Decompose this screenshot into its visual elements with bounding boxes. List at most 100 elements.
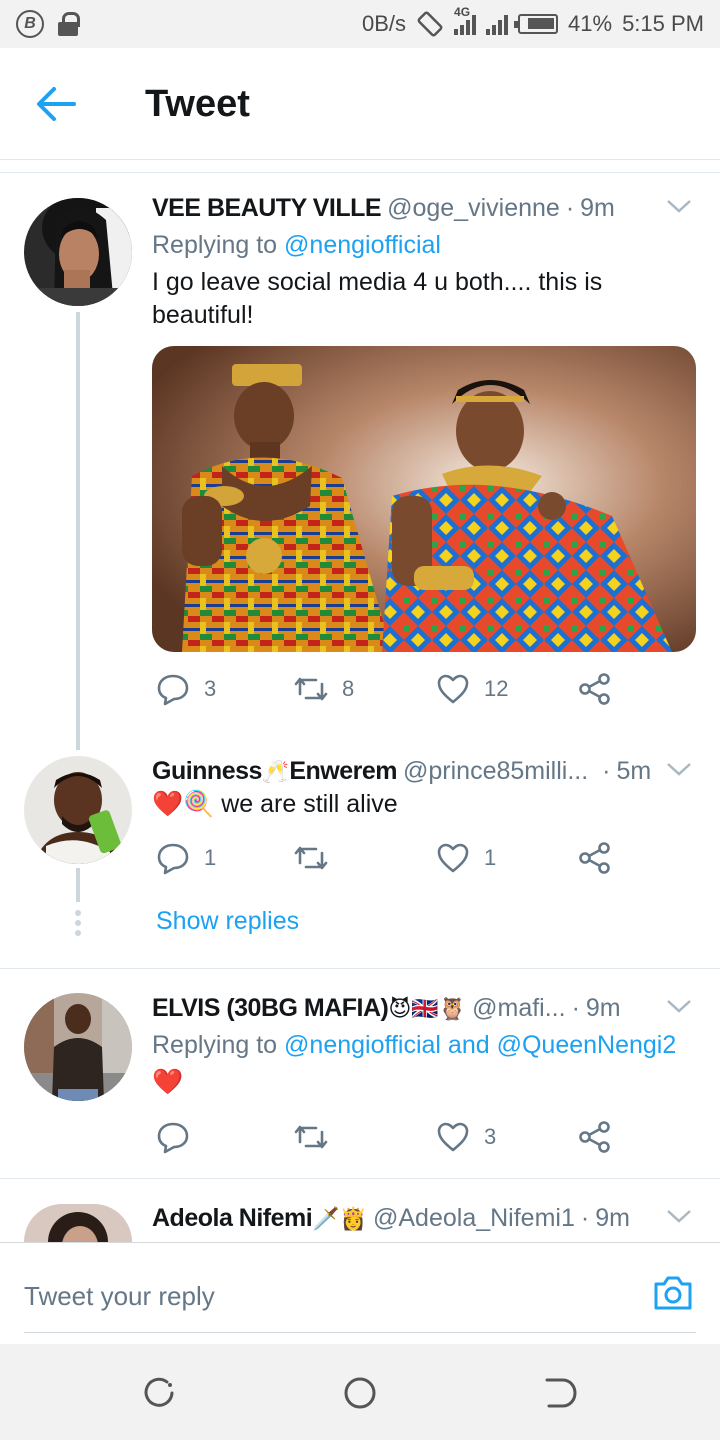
heart-icon	[437, 674, 469, 704]
chevron-down-icon[interactable]	[666, 761, 692, 777]
tweet-actions: 3 8 12	[152, 672, 622, 712]
tweet-image[interactable]	[152, 346, 696, 652]
tweet-time: 9m	[595, 1204, 630, 1232]
retweet-icon	[294, 1125, 328, 1149]
mention-link[interactable]: @nengiofficial and @QueenNengi2	[284, 1031, 676, 1059]
share-button[interactable]	[578, 1120, 612, 1154]
reply-count: 1	[204, 845, 217, 870]
status-bar: B 0B/s 4G 41% 5:15 PM	[0, 0, 720, 48]
system-nav-bar	[0, 1344, 720, 1440]
separator-dot: ·	[565, 194, 575, 222]
avatar[interactable]	[24, 1204, 132, 1242]
battery-percent: 41%	[568, 11, 613, 36]
reply-icon	[157, 674, 189, 706]
like-count: 12	[484, 676, 509, 701]
avatar[interactable]	[24, 993, 132, 1101]
like-button[interactable]: 12	[436, 672, 508, 706]
reply-composer: Tweet your reply	[0, 1242, 720, 1344]
retweet-icon	[294, 677, 328, 701]
avatar[interactable]	[24, 198, 132, 306]
like-count: 1	[484, 845, 497, 870]
tweet-divider	[0, 1178, 720, 1179]
camera-icon[interactable]	[652, 1274, 694, 1312]
author-handle[interactable]: @prince85milli...	[403, 757, 588, 786]
share-icon	[579, 1121, 610, 1153]
chevron-down-icon[interactable]	[666, 198, 692, 214]
heart-icon	[437, 843, 469, 873]
like-button[interactable]: 1	[436, 841, 496, 875]
tweet-time: 9m	[585, 994, 621, 1022]
home-icon[interactable]	[343, 1376, 377, 1410]
reply-button[interactable]	[156, 1120, 204, 1154]
reply-icon	[157, 1122, 189, 1154]
back-arrow-icon[interactable]	[36, 86, 76, 122]
retweet-icon	[294, 846, 328, 870]
author-name[interactable]: ELVIS (30BG MAFIA)	[152, 994, 389, 1023]
back-icon[interactable]	[543, 1376, 577, 1410]
header-divider	[0, 172, 720, 173]
page-title: Tweet	[145, 83, 250, 125]
tweet-actions: 3	[152, 1120, 622, 1160]
tweet-time: 9m	[580, 194, 615, 222]
replying-to: Replying to @nengiofficial	[152, 231, 696, 260]
tweet-text: I go leave social media 4 u both.... thi…	[152, 268, 603, 329]
tweet-text: ❤️	[152, 1068, 184, 1096]
tweet-time: 5m	[616, 757, 652, 785]
net-speed: 0B/s	[361, 11, 407, 36]
name-emoji: 🥂	[261, 759, 290, 784]
thread-dots	[75, 910, 81, 936]
signal-icon-2	[486, 13, 509, 35]
author-handle[interactable]: @mafi...	[472, 994, 565, 1023]
reply-button[interactable]: 3	[156, 672, 216, 706]
share-icon	[579, 842, 610, 874]
rotate-icon	[417, 11, 443, 37]
thread-line	[76, 868, 80, 902]
replying-to: Replying to @nengiofficial and @QueenNen…	[152, 1031, 696, 1060]
chevron-down-icon[interactable]	[666, 1208, 692, 1224]
name-emoji: 🗡️👸	[312, 1206, 367, 1231]
tweet-text: ❤️🍭 we are still alive	[152, 788, 696, 821]
chevron-down-icon[interactable]	[666, 998, 692, 1014]
tweet-divider	[0, 968, 720, 969]
input-underline	[24, 1332, 696, 1333]
retweet-count: 8	[342, 676, 355, 701]
clock: 5:15 PM	[622, 11, 704, 36]
network-type: 4G	[454, 5, 471, 19]
lock-icon	[58, 12, 80, 36]
like-count: 3	[484, 1124, 497, 1149]
replying-prefix: Replying to	[152, 1031, 285, 1059]
b-circle-icon: B	[16, 10, 44, 38]
share-button[interactable]	[578, 841, 612, 875]
author-name[interactable]: VEE BEAUTY VILLE	[152, 194, 382, 223]
author-handle[interactable]: @oge_vivienne	[387, 194, 560, 223]
retweet-button[interactable]: 8	[294, 672, 354, 706]
heart-icon	[437, 1122, 469, 1152]
battery-icon	[514, 14, 559, 34]
text-emoji: ❤️🍭	[152, 790, 215, 818]
retweet-button[interactable]	[294, 1120, 342, 1154]
author-handle[interactable]: @Adeola_Nifemi1	[373, 1204, 575, 1233]
tweet-actions: 1 1	[152, 841, 622, 881]
author-name[interactable]: Guinness	[152, 757, 262, 786]
replying-prefix: Replying to	[152, 231, 285, 259]
separator-dot: ·	[580, 1204, 590, 1232]
reply-count: 3	[204, 676, 217, 701]
author-name-suffix[interactable]: Enwerem	[289, 757, 397, 786]
author-name[interactable]: Adeola Nifemi	[152, 1204, 313, 1233]
recents-icon[interactable]	[143, 1376, 177, 1410]
separator-dot: ·	[571, 994, 580, 1022]
tweet-text-body: we are still alive	[214, 790, 398, 818]
app-header: Tweet	[0, 48, 720, 160]
share-button[interactable]	[578, 672, 612, 706]
reply-button[interactable]: 1	[156, 841, 216, 875]
mention-link[interactable]: @nengiofficial	[284, 231, 441, 259]
separator-dot: ·	[602, 757, 611, 785]
reply-icon	[157, 843, 189, 875]
reply-input[interactable]: Tweet your reply	[24, 1281, 215, 1312]
thread-line	[76, 312, 80, 750]
like-button[interactable]: 3	[436, 1120, 496, 1154]
share-icon	[579, 673, 610, 705]
show-replies-link[interactable]: Show replies	[156, 907, 299, 936]
retweet-button[interactable]	[294, 841, 342, 875]
avatar[interactable]	[24, 756, 132, 864]
